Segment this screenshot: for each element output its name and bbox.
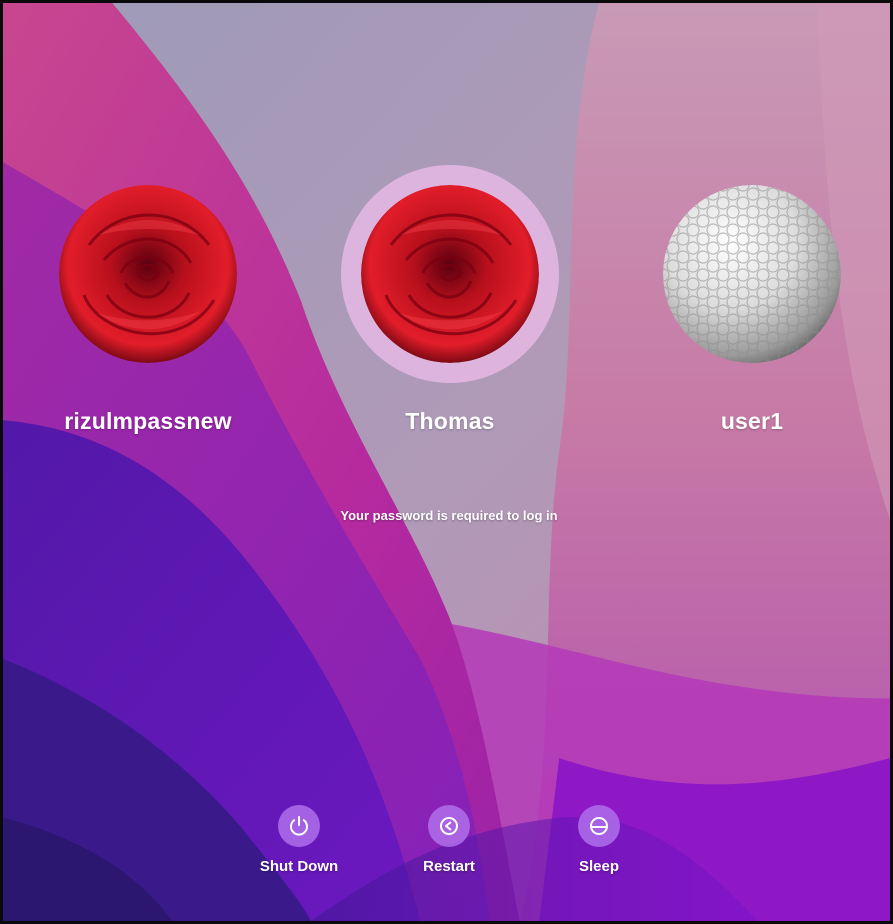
shut-down-button[interactable]: Shut Down xyxy=(239,805,359,875)
sleep-icon[interactable] xyxy=(578,805,620,847)
avatar-frame xyxy=(643,165,861,383)
rose-avatar xyxy=(59,185,237,363)
power-icon[interactable] xyxy=(278,805,320,847)
sleep-label: Sleep xyxy=(578,858,620,875)
user-name: rizulmpassnew xyxy=(64,408,232,434)
shut-down-label: Shut Down xyxy=(259,858,339,875)
rose-avatar xyxy=(361,185,539,363)
user-name: user1 xyxy=(720,408,784,434)
user-tile-rizulmpassnew[interactable]: rizulmpassnew xyxy=(28,165,268,435)
sleep-button[interactable]: Sleep xyxy=(539,805,659,875)
avatar-frame-selected xyxy=(341,165,559,383)
restart-button[interactable]: Restart xyxy=(389,805,509,875)
user-tile-thomas[interactable]: Thomas xyxy=(330,165,570,435)
golf-ball-avatar xyxy=(663,185,841,363)
restart-label: Restart xyxy=(423,858,475,875)
avatar-frame xyxy=(39,165,257,383)
user-name: Thomas xyxy=(405,408,495,434)
login-screen: rizulmpassnew Thomas user1 Your password… xyxy=(0,0,893,924)
wallpaper xyxy=(3,3,890,921)
password-required-message: Your password is required to log in xyxy=(340,508,558,523)
restart-icon[interactable] xyxy=(428,805,470,847)
user-tile-user1[interactable]: user1 xyxy=(632,165,872,435)
